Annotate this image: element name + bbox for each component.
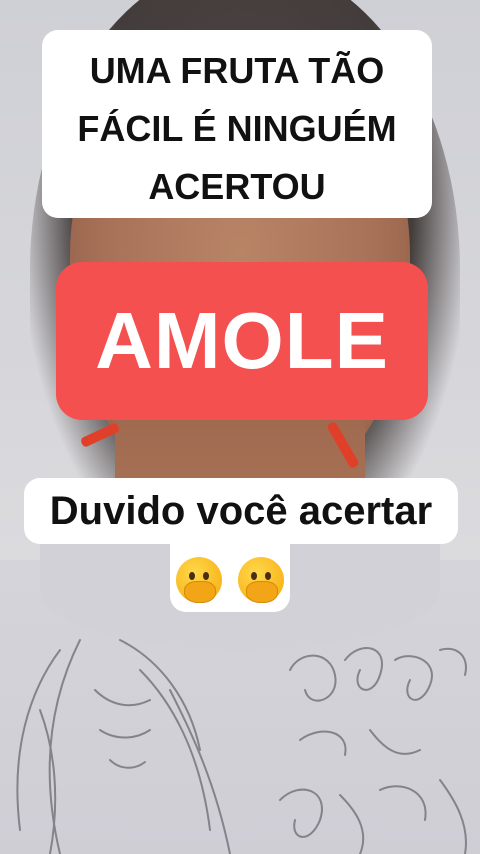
question-caption: UMA FRUTA TÃO FÁCIL É NINGUÉM ACERTOU bbox=[42, 30, 432, 218]
question-line-1: UMA FRUTA TÃO bbox=[89, 50, 385, 91]
answer-text: AMOLE bbox=[95, 296, 389, 385]
emoji-strip bbox=[170, 544, 290, 612]
shirt-print-sketch bbox=[16, 639, 467, 854]
challenge-caption: Duvido você acertar bbox=[24, 478, 458, 544]
challenge-text: Duvido você acertar bbox=[49, 489, 433, 533]
hand-over-mouth-face-icon bbox=[237, 557, 284, 604]
hand-over-mouth-face-icon bbox=[176, 557, 223, 604]
answer-box: AMOLE bbox=[56, 262, 428, 420]
question-line-2: FÁCIL É NINGUÉM bbox=[77, 108, 397, 149]
question-line-3: ACERTOU bbox=[148, 166, 326, 207]
video-frame: UMA FRUTA TÃO FÁCIL É NINGUÉM ACERTOU AM… bbox=[0, 0, 480, 854]
